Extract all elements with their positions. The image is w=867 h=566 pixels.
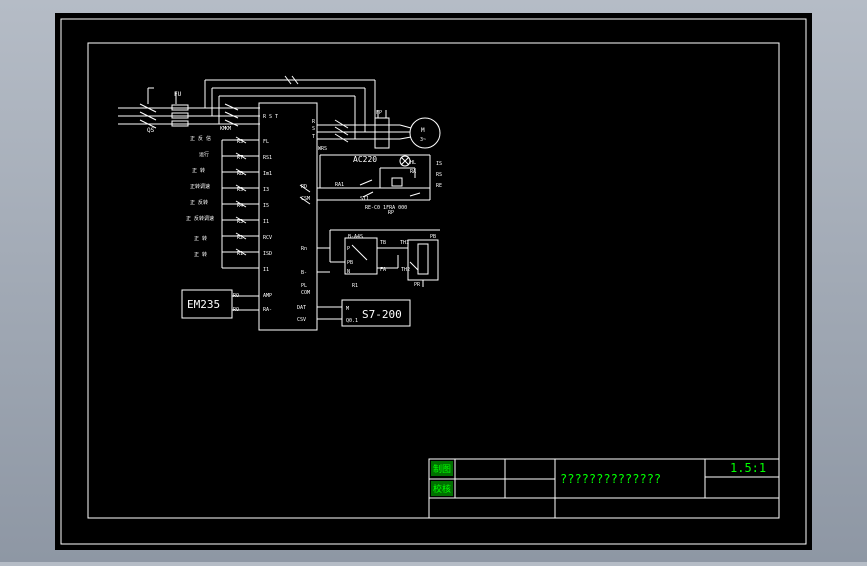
svg-text:M: M bbox=[346, 306, 349, 312]
svg-text:ST1: ST1 bbox=[360, 196, 369, 202]
label-motor-m: M bbox=[421, 127, 425, 134]
svg-text:R4: R4 bbox=[237, 203, 243, 209]
label-r1: R1 bbox=[352, 283, 358, 289]
svg-text:CSV: CSV bbox=[297, 317, 306, 323]
svg-text:正 转: 正 转 bbox=[192, 167, 205, 174]
svg-text:I1: I1 bbox=[263, 219, 269, 225]
label-km: KM bbox=[220, 126, 226, 132]
label-fu: FU bbox=[174, 91, 182, 98]
svg-text:I5: I5 bbox=[263, 203, 269, 209]
svg-text:PB: PB bbox=[347, 260, 353, 266]
svg-text:COM: COM bbox=[301, 290, 310, 296]
svg-text:PB: PB bbox=[430, 234, 436, 240]
svg-text:ISD: ISD bbox=[263, 251, 272, 257]
svg-text:RS: RS bbox=[237, 187, 243, 193]
title-row2-label: 校核 bbox=[433, 483, 451, 495]
svg-text:正 转: 正 转 bbox=[194, 251, 207, 258]
svg-text:R S T: R S T bbox=[263, 114, 278, 120]
svg-text:PL: PL bbox=[301, 283, 307, 289]
svg-text:DAT: DAT bbox=[297, 305, 306, 311]
svg-text:RS: RS bbox=[237, 139, 243, 145]
svg-text:S: S bbox=[312, 126, 315, 132]
cad-viewport: 制图 校核 ?????????????? 1.5:1 R S T RS FL R… bbox=[0, 0, 867, 562]
svg-text:FP: FP bbox=[376, 110, 382, 116]
svg-text:Rn: Rn bbox=[301, 246, 307, 252]
svg-text:P: P bbox=[347, 246, 350, 252]
svg-text:WRS: WRS bbox=[318, 146, 327, 152]
svg-text:RS1: RS1 bbox=[263, 155, 272, 161]
svg-text:FL: FL bbox=[263, 139, 269, 145]
label-ac220: AC220 bbox=[353, 155, 377, 164]
svg-text:RE: RE bbox=[436, 183, 442, 189]
svg-text:CSM: CSM bbox=[301, 196, 310, 202]
svg-text:运行: 运行 bbox=[199, 151, 209, 158]
svg-text:N: N bbox=[347, 269, 350, 275]
svg-text:RO: RO bbox=[233, 293, 239, 299]
svg-text:正 反转调速: 正 反转调速 bbox=[186, 215, 214, 222]
label-qs: QS bbox=[147, 127, 155, 134]
svg-text:正 反 信: 正 反 信 bbox=[190, 135, 211, 142]
svg-text:B-A4S: B-A4S bbox=[348, 234, 363, 240]
svg-text:Q0.1: Q0.1 bbox=[346, 318, 358, 324]
svg-text:RO: RO bbox=[233, 307, 239, 313]
title-row1-label: 制图 bbox=[433, 463, 451, 475]
svg-text:正转调速: 正转调速 bbox=[190, 183, 210, 190]
svg-text:Im1: Im1 bbox=[263, 171, 272, 177]
svg-text:R2: R2 bbox=[237, 235, 243, 241]
svg-text:正 反转: 正 反转 bbox=[190, 199, 208, 206]
svg-text:RD: RD bbox=[301, 184, 307, 190]
svg-text:RS: RS bbox=[436, 172, 442, 178]
svg-text:TH2: TH2 bbox=[401, 267, 410, 273]
drawing-canvas: 制图 校核 ?????????????? 1.5:1 R S T RS FL R… bbox=[55, 13, 812, 550]
svg-text:RB: RB bbox=[237, 171, 243, 177]
drawing-scale: 1.5:1 bbox=[730, 461, 766, 475]
svg-text:IS: IS bbox=[436, 161, 442, 167]
svg-text:T: T bbox=[312, 134, 315, 140]
svg-text:I1: I1 bbox=[263, 267, 269, 273]
drawing-name: ?????????????? bbox=[560, 472, 661, 486]
svg-text:RT: RT bbox=[237, 155, 243, 161]
svg-text:RP: RP bbox=[388, 210, 394, 216]
svg-text:R3: R3 bbox=[237, 219, 243, 225]
label-em235: EM235 bbox=[187, 298, 220, 311]
svg-text:FA: FA bbox=[380, 267, 386, 273]
svg-text:HL: HL bbox=[410, 160, 416, 166]
svg-text:RCV: RCV bbox=[263, 235, 272, 241]
label-s7-200: S7-200 bbox=[362, 308, 402, 321]
svg-text:B-: B- bbox=[301, 270, 307, 276]
svg-text:正 转: 正 转 bbox=[194, 235, 207, 242]
svg-text:TH1: TH1 bbox=[400, 240, 409, 246]
label-motor-phase: 3~ bbox=[420, 137, 426, 143]
svg-text:PR: PR bbox=[414, 282, 421, 288]
svg-text:R1: R1 bbox=[237, 251, 243, 257]
svg-text:RA-: RA- bbox=[263, 307, 272, 313]
svg-text:RA: RA bbox=[410, 169, 416, 175]
svg-text:RE-C0 1FRA 000: RE-C0 1FRA 000 bbox=[365, 205, 407, 211]
svg-text:TB: TB bbox=[380, 240, 386, 246]
svg-text:AMP: AMP bbox=[263, 293, 272, 299]
svg-text:I3: I3 bbox=[263, 187, 269, 193]
svg-text:RA1: RA1 bbox=[335, 182, 344, 188]
